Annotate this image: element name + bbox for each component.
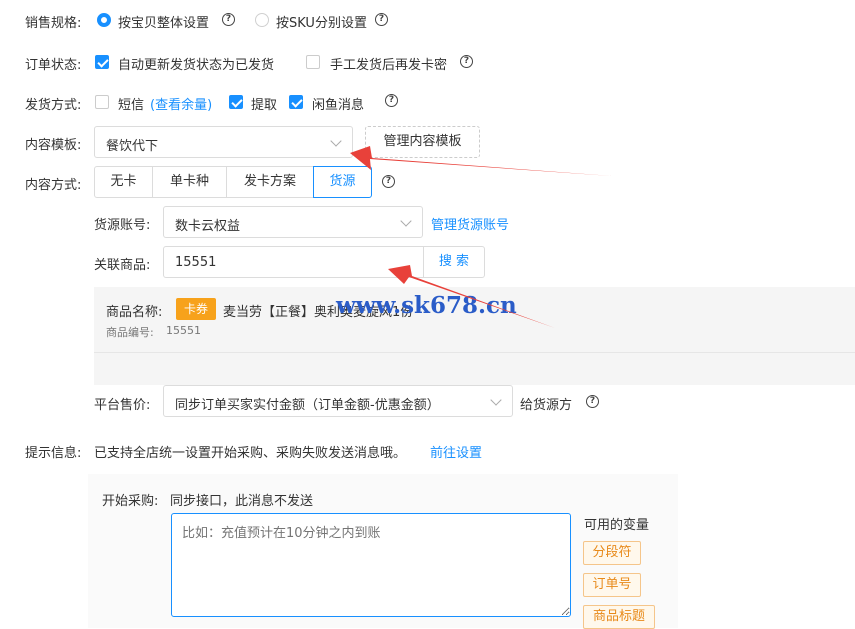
arrow-annotation [388, 265, 555, 328]
annotation-arrows [350, 146, 612, 328]
arrow-annotation [350, 146, 612, 176]
